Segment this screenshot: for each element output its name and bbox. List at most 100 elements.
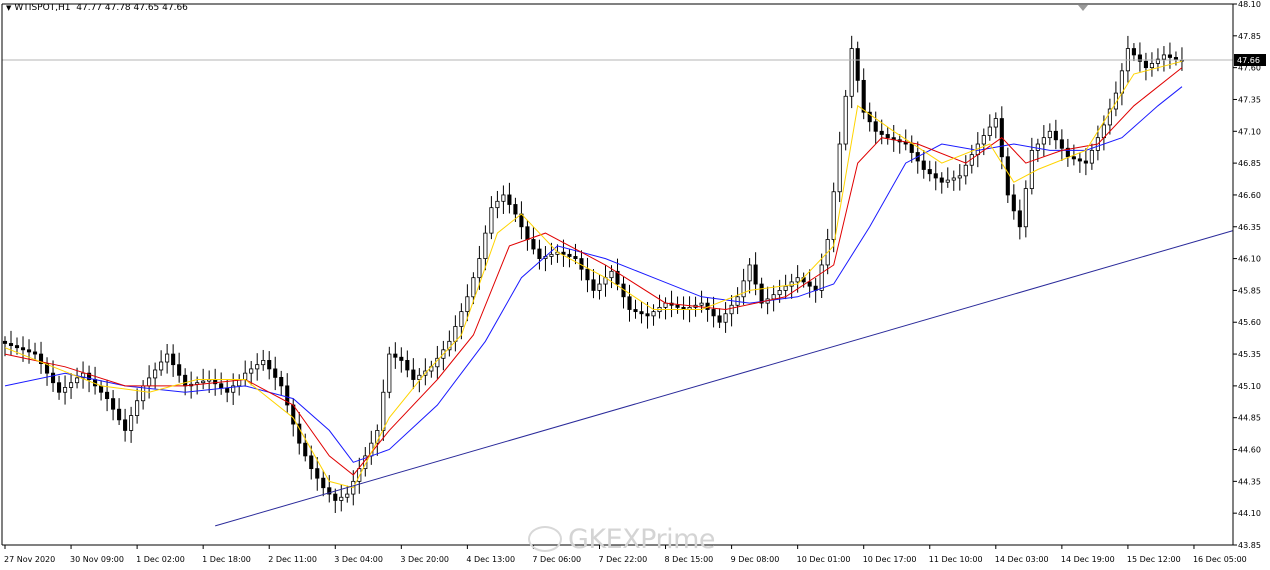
x-tick-label: 1 Dec 02:00: [136, 555, 185, 564]
candle-body: [927, 169, 932, 175]
candle-body: [933, 173, 938, 179]
candle-body: [567, 253, 572, 257]
candle-body: [819, 264, 824, 291]
candle-body: [1083, 160, 1088, 164]
x-tick-label: 11 Dec 10:00: [929, 555, 983, 564]
candle-body: [56, 382, 62, 393]
candle-body: [1077, 158, 1082, 162]
candle-body: [291, 404, 296, 425]
x-tick-label: 15 Dec 12:00: [1127, 555, 1181, 564]
y-tick-label: 45.85: [1238, 286, 1261, 295]
watermark: GKEXPrime: [528, 524, 716, 555]
candle-body: [1011, 194, 1016, 212]
candle-body: [1071, 156, 1076, 160]
candle-body: [1005, 156, 1010, 196]
candle-body: [261, 360, 266, 366]
y-tick-label: 44.85: [1238, 414, 1261, 423]
y-tick-label: 45.60: [1238, 318, 1261, 327]
candle-body: [333, 493, 338, 501]
candle-body: [855, 48, 860, 81]
y-tick-label: 46.10: [1238, 255, 1261, 264]
candle-body: [1161, 54, 1166, 60]
candle-body: [62, 387, 68, 393]
candle-body: [1047, 130, 1052, 139]
candle-body: [159, 361, 164, 371]
candle-body: [32, 351, 38, 355]
candle-body: [951, 177, 956, 181]
candle-body: [507, 194, 512, 205]
candle-body: [513, 204, 518, 215]
candle-body: [597, 283, 602, 291]
candle-body: [273, 368, 278, 378]
x-tick-label: 7 Dec 06:00: [532, 555, 581, 564]
y-tick-label: 44.60: [1238, 446, 1261, 455]
candle-body: [879, 130, 884, 135]
trendline[interactable]: [215, 230, 1234, 527]
candle-body: [711, 309, 716, 317]
candle-body: [171, 353, 176, 366]
chart-shift-icon[interactable]: [1078, 5, 1088, 11]
candle-body: [921, 160, 926, 170]
candle-body: [645, 313, 650, 317]
y-tick-label: 47.85: [1238, 32, 1261, 41]
candle-body: [627, 296, 632, 310]
candle-body: [585, 268, 590, 281]
candle-body: [20, 347, 26, 351]
candle-body: [303, 442, 308, 457]
candle-body: [807, 281, 812, 287]
candle-body: [987, 126, 992, 136]
candle-body: [111, 398, 116, 410]
candle-body: [243, 372, 248, 380]
candle-body: [843, 95, 848, 145]
candle-body: [609, 270, 614, 279]
candle-body: [1059, 139, 1064, 149]
symbol-label: WTISPOT,H1: [14, 3, 71, 13]
candle-body: [225, 387, 230, 393]
candle-body: [753, 264, 758, 285]
candle-body: [99, 385, 104, 393]
candle-body: [1131, 48, 1136, 56]
candle-body: [135, 400, 140, 416]
candle-body: [651, 311, 656, 317]
candle-body: [663, 302, 668, 308]
candle-body: [723, 313, 728, 323]
candle-body: [129, 415, 134, 431]
y-tick-label: 46.35: [1238, 223, 1261, 232]
candle-body: [8, 343, 14, 346]
x-tick-label: 2 Dec 11:00: [268, 555, 317, 564]
candle-body: [633, 309, 638, 313]
candle-body: [591, 279, 596, 291]
candle-body: [675, 304, 680, 308]
price-chart[interactable]: 48.1047.8547.6047.3547.1046.8546.6046.35…: [0, 0, 1270, 570]
candle-body: [105, 391, 110, 400]
x-tick-label: 4 Dec 13:00: [466, 555, 515, 564]
x-tick-label: 3 Dec 20:00: [400, 555, 449, 564]
candle-body: [561, 251, 566, 255]
dropdown-triangle-icon: ▼: [6, 4, 12, 12]
candle-body: [849, 48, 854, 97]
candle-body: [525, 226, 530, 240]
candle-body: [483, 232, 488, 259]
y-tick-label: 46.85: [1238, 159, 1261, 168]
candle-body: [459, 311, 464, 327]
y-tick-label: 46.60: [1238, 191, 1261, 200]
ohlc-values: 47.77 47.78 47.65 47.66: [76, 3, 188, 13]
candle-body: [399, 356, 404, 361]
candle-body: [531, 239, 536, 250]
candle-body: [339, 496, 344, 501]
x-tick-label: 10 Dec 01:00: [797, 555, 851, 564]
candle-body: [75, 377, 80, 384]
candle-body: [279, 376, 284, 387]
price-tag-label: 47.66: [1237, 56, 1260, 65]
x-tick-label: 7 Dec 22:00: [598, 555, 647, 564]
candle-body: [405, 360, 410, 371]
candle-body: [771, 294, 776, 300]
candle-body: [153, 369, 158, 379]
candle-body: [1149, 63, 1154, 69]
x-tick-label: 30 Nov 09:00: [70, 555, 124, 564]
chart-header: ▼ WTISPOT,H1 47.77 47.78 47.65 47.66: [6, 3, 188, 13]
candle-body: [321, 477, 326, 489]
candle-body: [873, 121, 878, 132]
candle-body: [477, 258, 482, 279]
candle-body: [465, 296, 470, 313]
